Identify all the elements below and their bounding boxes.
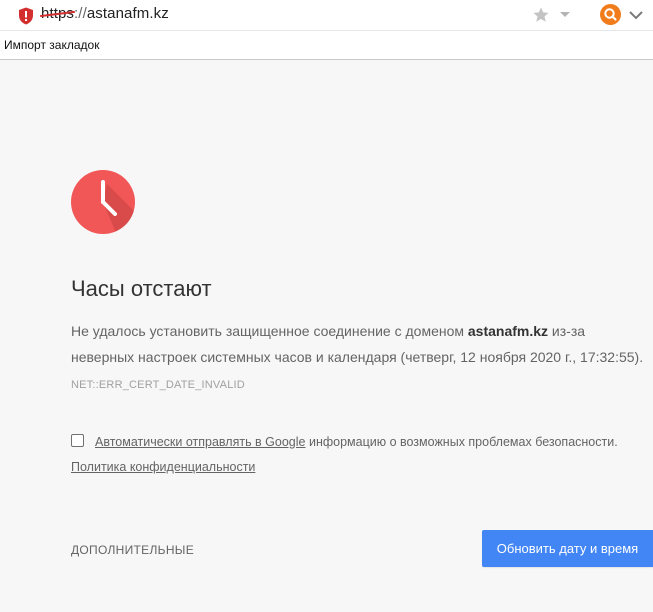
clock-icon [71,170,135,234]
star-icon[interactable] [532,6,550,24]
error-domain: astanafm.kz [467,323,549,339]
page-title: Часы отстают [71,276,212,301]
error-message: Не удалось установить защищенное соедине… [71,318,646,398]
shield-exclamation-icon[interactable] [18,7,34,25]
url-field[interactable]: https://astanafm.kz [41,5,169,22]
opt-in-link[interactable]: Автоматически отправлять в Google [95,435,305,449]
url-separator: :// [74,5,87,22]
privacy-policy-link[interactable]: Политика конфиденциальности [71,460,255,474]
error-code: NET::ERR_CERT_DATE_INVALID [71,379,245,391]
bookmark-import[interactable]: Импорт закладок [4,38,99,52]
opt-in-text: информацию о возможных проблемах безопас… [305,435,618,449]
url-host: astanafm.kz [86,5,169,22]
opt-in-checkbox[interactable] [71,434,84,447]
url-scheme: https [41,5,75,22]
opt-in-label: Автоматически отправлять в Google информ… [95,435,618,449]
chevron-down-icon[interactable] [628,7,644,23]
message-part-1: Не удалось установить защищенное соедине… [71,323,468,339]
search-engine-icon[interactable] [600,4,621,25]
address-bar: https://astanafm.kz [0,0,653,31]
bookmark-dropdown-icon[interactable] [560,12,570,17]
details-button[interactable]: ДОПОЛНИТЕЛЬНЫЕ [71,543,194,557]
update-date-time-button[interactable]: Обновить дату и время [482,530,653,567]
bookmarks-bar: Импорт закладок [0,31,653,60]
